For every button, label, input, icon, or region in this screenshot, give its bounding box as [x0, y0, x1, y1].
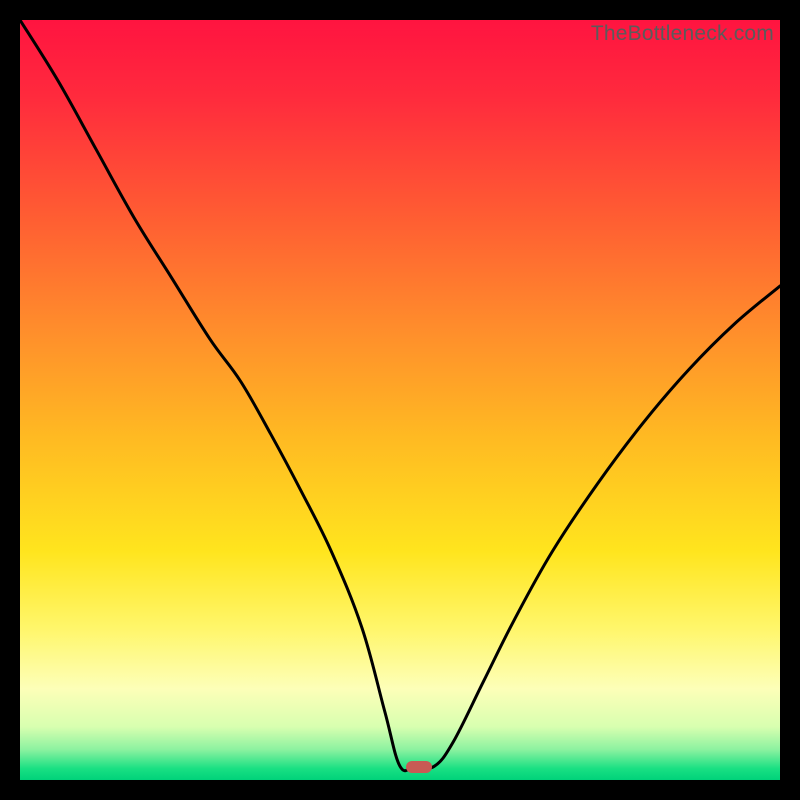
chart-frame: TheBottleneck.com: [20, 20, 780, 780]
background-gradient: [20, 20, 780, 780]
watermark-text: TheBottleneck.com: [591, 22, 774, 46]
optimal-point-marker: [406, 761, 432, 773]
